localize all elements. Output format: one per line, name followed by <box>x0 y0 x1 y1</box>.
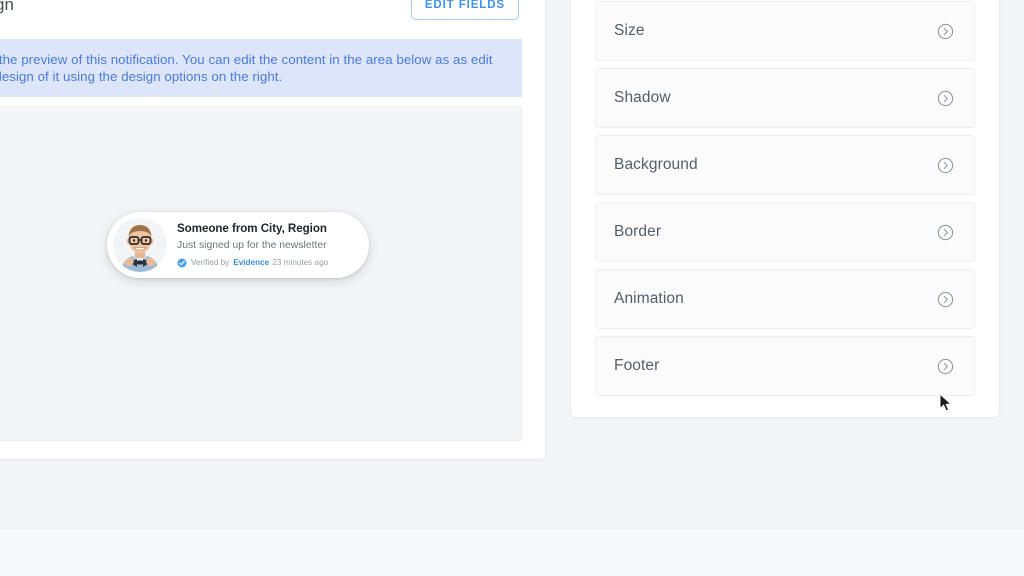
accordion-row-size[interactable]: Size <box>595 1 975 61</box>
notification-subtitle: Just signed up for the newsletter <box>177 240 327 251</box>
accordion-label: Shadow <box>614 89 671 106</box>
notification-preview-stage: Someone from City, Region Just signed up… <box>0 106 522 441</box>
card-header: gn EDIT FIELDS <box>0 0 545 39</box>
chevron-right-circle-icon <box>937 291 954 308</box>
notification-body: Someone from City, Region Just signed up… <box>177 222 338 268</box>
accordion-row-animation[interactable]: Animation <box>595 269 975 329</box>
accordion-label: Footer <box>614 357 660 374</box>
accordion-row-shadow[interactable]: Shadow <box>595 68 975 128</box>
notification-timestamp: 23 minutes ago <box>272 258 329 267</box>
chevron-right-circle-icon <box>937 157 954 174</box>
verified-check-icon <box>177 258 187 268</box>
brand-link[interactable]: Evidence <box>233 258 269 268</box>
info-banner: w is the preview of this notification. Y… <box>0 39 522 97</box>
notification-content-card: gn EDIT FIELDS w is the preview of this … <box>0 0 546 460</box>
accordion-label: Border <box>614 223 662 240</box>
accordion-row-footer[interactable]: Footer <box>595 336 975 396</box>
design-options-accordion: Size Shadow Background Border Animation Foote… <box>595 1 975 396</box>
verified-prefix-label: Verified by <box>191 258 230 267</box>
app-root: gn EDIT FIELDS w is the preview of this … <box>0 0 1024 576</box>
chevron-right-circle-icon <box>937 90 954 107</box>
notification-title: Someone from City, Region <box>177 222 327 235</box>
page-footer-band <box>0 528 1024 576</box>
notification-footer: Verified by Evidence 23 minutes ago <box>177 258 328 268</box>
chevron-right-circle-icon <box>937 23 954 40</box>
accordion-label: Size <box>614 22 645 39</box>
person-photo-avatar <box>113 218 167 272</box>
notification-preview-card[interactable]: Someone from City, Region Just signed up… <box>107 212 369 278</box>
accordion-label: Background <box>614 156 698 173</box>
edit-fields-button[interactable]: EDIT FIELDS <box>410 0 519 21</box>
chevron-right-circle-icon <box>937 224 954 241</box>
info-banner-text: w is the preview of this notification. Y… <box>0 52 493 84</box>
accordion-row-background[interactable]: Background <box>595 135 975 195</box>
page-background-band <box>0 460 1024 528</box>
chevron-right-circle-icon <box>937 358 954 375</box>
accordion-label: Animation <box>614 290 684 307</box>
page-title: gn <box>0 0 15 14</box>
accordion-row-border[interactable]: Border <box>595 202 975 262</box>
design-options-card: Size Shadow Background Border Animation Foote… <box>570 0 1000 418</box>
